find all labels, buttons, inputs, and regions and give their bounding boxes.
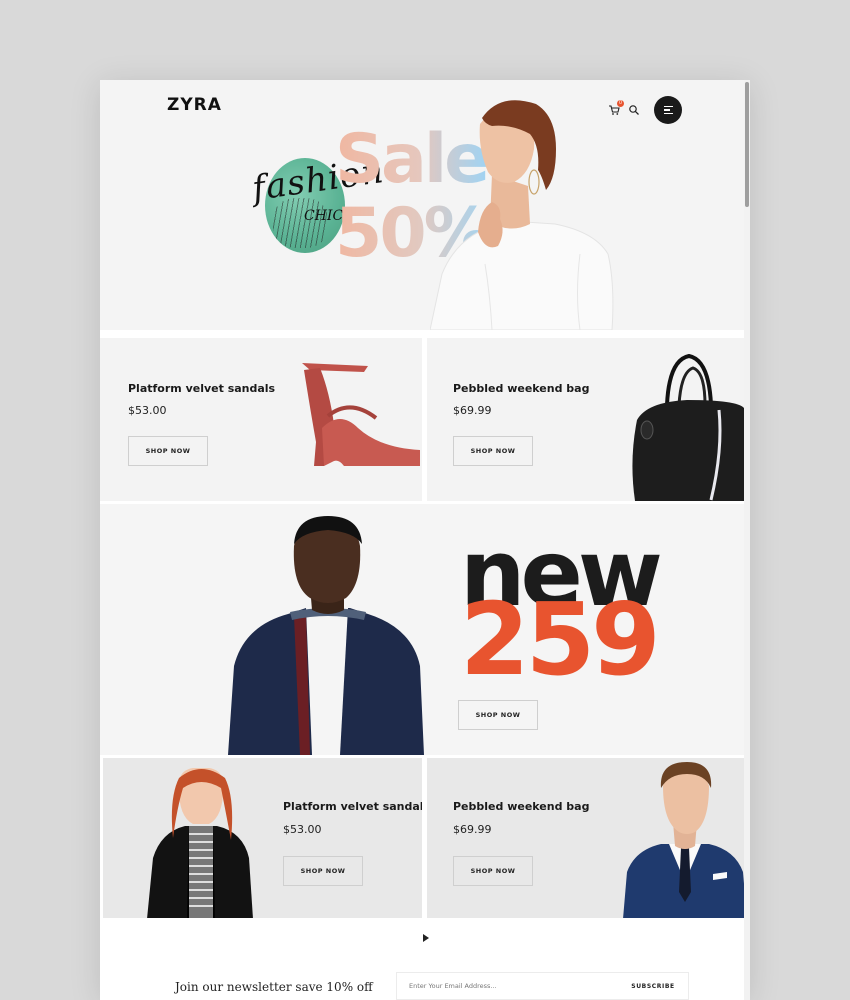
product-card-suit[interactable]: Pebbled weekend bag $69.99 SHOP NOW bbox=[427, 758, 747, 919]
shop-now-button[interactable]: SHOP NOW bbox=[458, 700, 538, 730]
shop-now-button[interactable]: SHOP NOW bbox=[453, 436, 533, 466]
girl-model-image bbox=[147, 768, 253, 919]
feature-number: 259 bbox=[460, 581, 661, 698]
product-name[interactable]: Platform velvet sandals bbox=[128, 382, 275, 395]
menu-line-icon bbox=[663, 109, 670, 111]
scrollbar[interactable] bbox=[744, 80, 750, 1000]
product-price: $69.99 bbox=[453, 404, 492, 417]
search-icon[interactable] bbox=[628, 104, 640, 116]
product-price: $69.99 bbox=[453, 823, 492, 836]
newsletter-form: SUBSCRIBE bbox=[396, 972, 689, 1000]
hero-model-image bbox=[430, 100, 614, 330]
newsletter-title: Join our newsletter save 10% off bbox=[175, 980, 373, 994]
menu-line-icon bbox=[663, 112, 673, 115]
shop-now-button[interactable]: SHOP NOW bbox=[128, 436, 208, 466]
product-name[interactable]: Pebbled weekend bag bbox=[453, 800, 589, 813]
weekend-bag-image bbox=[632, 353, 744, 501]
play-icon[interactable] bbox=[422, 934, 430, 942]
product-name[interactable]: Pebbled weekend bag bbox=[453, 382, 589, 395]
subscribe-button[interactable]: SUBSCRIBE bbox=[618, 973, 688, 999]
shop-now-button[interactable]: SHOP NOW bbox=[283, 856, 363, 886]
hamburger-menu-button[interactable] bbox=[654, 96, 682, 124]
hero-banner[interactable]: ZYRA 0 fashion CHIC Sale 50% bbox=[100, 80, 744, 330]
man-suit-image bbox=[623, 762, 747, 919]
male-model-image bbox=[228, 516, 424, 755]
scrollbar-thumb[interactable] bbox=[745, 82, 749, 207]
shop-now-button[interactable]: SHOP NOW bbox=[453, 856, 533, 886]
product-card-girl-coat[interactable]: Platform velvet sandals $53.00 SHOP NOW bbox=[103, 758, 422, 919]
feature-banner[interactable]: new 259 SHOP NOW bbox=[100, 504, 744, 755]
site-logo[interactable]: ZYRA bbox=[167, 95, 222, 115]
menu-line-icon bbox=[663, 105, 673, 108]
product-price: $53.00 bbox=[128, 404, 167, 417]
product-price: $53.00 bbox=[283, 823, 322, 836]
page-container: ZYRA 0 fashion CHIC Sale 50% Platform ve… bbox=[100, 80, 750, 1000]
product-name[interactable]: Platform velvet sandals bbox=[283, 800, 422, 813]
product-card-bag[interactable]: Pebbled weekend bag $69.99 SHOP NOW bbox=[427, 338, 744, 501]
newsletter-section: Join our newsletter save 10% off SUBSCRI… bbox=[100, 918, 744, 1000]
product-card-sandals[interactable]: Platform velvet sandals $53.00 SHOP NOW bbox=[100, 338, 422, 501]
email-input[interactable] bbox=[397, 973, 617, 999]
sandal-product-image bbox=[302, 363, 420, 466]
